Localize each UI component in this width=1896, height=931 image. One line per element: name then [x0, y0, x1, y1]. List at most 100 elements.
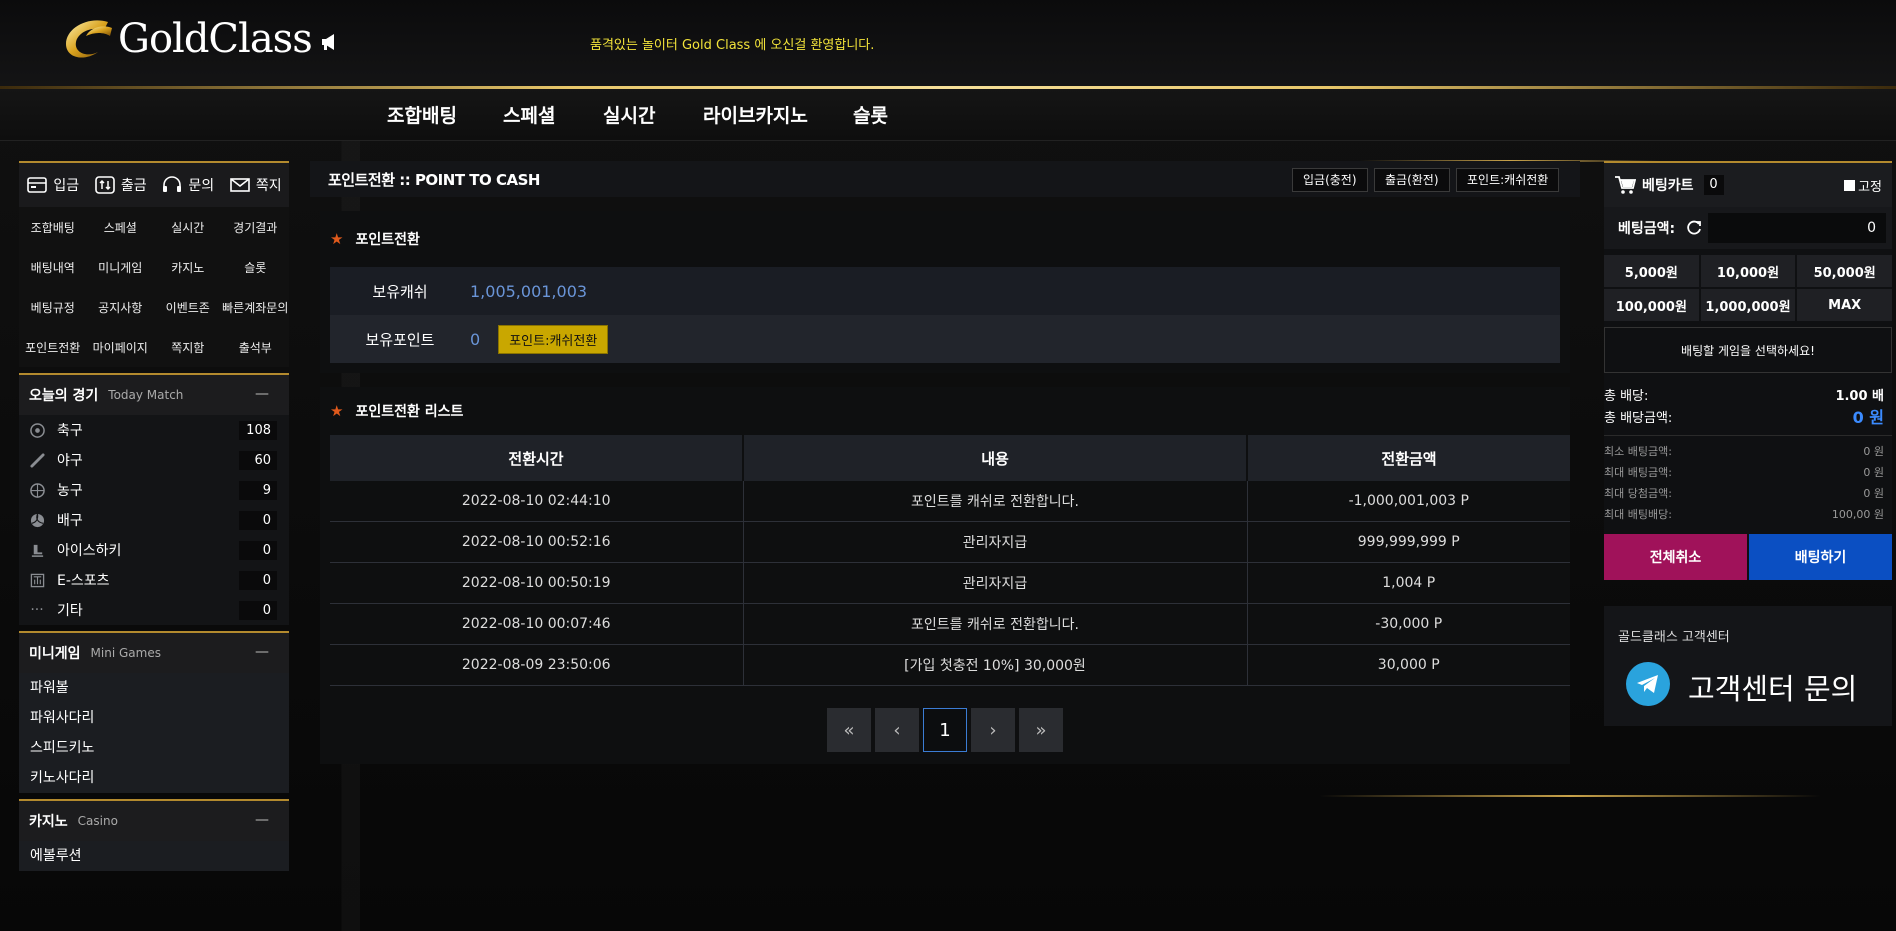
left-sidebar: 입금 출금 문의 쪽지 조합배팅 스페셜 실시간 경기결과 배팅내역 미니게임 …	[19, 161, 289, 871]
nav-special[interactable]: 스페셜	[503, 101, 555, 128]
nav-slot[interactable]: 슬롯	[853, 101, 888, 128]
casino-header[interactable]: 카지노 Casino —	[19, 799, 289, 841]
limit-label: 최대 배팅배당:	[1604, 507, 1672, 521]
cash-value: 1,005,001,003	[470, 281, 588, 301]
sidebar-item-attendance[interactable]: 출석부	[222, 327, 290, 367]
convert-to-cash-button[interactable]: 포인트:캐쉬전환	[498, 324, 609, 354]
sport-item-esports[interactable]: E-스포츠 0	[19, 565, 289, 595]
minigame-item-speedkeno[interactable]: 스피드키노	[19, 733, 289, 763]
history-heading: 포인트전환 리스트	[355, 404, 464, 420]
sidebar-item-casino[interactable]: 카지노	[154, 247, 222, 287]
quick-amount-50000[interactable]: 50,000원	[1797, 255, 1892, 287]
sport-item-icehockey[interactable]: 아이스하키 0	[19, 535, 289, 565]
point-convert-panel: ★ 포인트전환 보유캐쉬 1,005,001,003 보유포인트 0 포인트:캐…	[320, 211, 1570, 373]
sport-item-baseball[interactable]: 야구 60	[19, 445, 289, 475]
minigame-item-powerladder[interactable]: 파워사다리	[19, 703, 289, 733]
column-header: 전환금액	[1247, 435, 1570, 481]
page-last-button[interactable]: »	[1019, 708, 1063, 752]
sidebar-item-event[interactable]: 이벤트존	[154, 287, 222, 327]
cell-content: 포인트를 캐쉬로 전환합니다.	[743, 481, 1248, 522]
main-content: 포인트전환 :: POINT TO CASH 입금(충전) 출금(환전) 포인트…	[310, 161, 1580, 764]
page-next-button[interactable]: ›	[971, 708, 1015, 752]
nav-combo-betting[interactable]: 조합배팅	[387, 101, 457, 128]
sidebar-item-rules[interactable]: 베팅규정	[19, 287, 87, 327]
sidebar-item-minigame[interactable]: 미니게임	[87, 247, 155, 287]
sidebar-item-slot[interactable]: 슬롯	[222, 247, 290, 287]
deposit-link[interactable]: 입금	[26, 175, 79, 195]
collapse-icon[interactable]: —	[255, 644, 269, 660]
place-bet-button[interactable]: 배팅하기	[1749, 534, 1892, 580]
bet-amount-input[interactable]: 0	[1708, 213, 1886, 243]
inquiry-link[interactable]: 문의	[161, 175, 214, 195]
deposit-button[interactable]: 입금(충전)	[1292, 168, 1368, 192]
refresh-icon[interactable]	[1685, 219, 1703, 237]
page-title: 포인트전환 :: POINT TO CASH	[328, 170, 540, 189]
sidebar-item-notice[interactable]: 공지사항	[87, 287, 155, 327]
cell-amount: -1,000,001,003 P	[1247, 481, 1570, 522]
collapse-icon[interactable]: —	[255, 386, 269, 402]
customer-center-banner[interactable]: 골드클래스 고객센터 고객센터 문의	[1604, 606, 1892, 726]
customer-center-text: 고객센터 문의	[1688, 672, 1858, 706]
convert-history-table: 전환시간 내용 전환금액 2022-08-10 02:44:10 포인트를 캐쉬…	[330, 435, 1570, 686]
inquiry-label: 문의	[188, 178, 215, 194]
sidebar-item-point-convert[interactable]: 포인트전환	[19, 327, 87, 367]
quick-amount-5000[interactable]: 5,000원	[1604, 255, 1699, 287]
limit-value: 0 원	[1863, 486, 1884, 500]
quick-amount-100000[interactable]: 100,000원	[1604, 289, 1699, 321]
sidebar-item-mypage[interactable]: 마이페이지	[87, 327, 155, 367]
nav-live[interactable]: 실시간	[603, 101, 655, 128]
convert-heading: 포인트전환	[355, 232, 420, 248]
page-prev-button[interactable]: ‹	[875, 708, 919, 752]
withdraw-link[interactable]: 출금	[94, 175, 147, 195]
minigame-item-powerball[interactable]: 파워볼	[19, 673, 289, 703]
top-header: GoldClass 품격있는 놀이터 Gold Class 에 오신걸 환영합니…	[0, 0, 1896, 87]
sidebar-item-live[interactable]: 실시간	[154, 207, 222, 247]
sport-item-etc[interactable]: ··· 기타 0	[19, 595, 289, 625]
table-row: 2022-08-10 02:44:10 포인트를 캐쉬로 전환합니다. -1,0…	[330, 481, 1570, 522]
deposit-icon	[27, 177, 48, 193]
page-first-button[interactable]: «	[827, 708, 871, 752]
message-label: 쪽지	[255, 178, 282, 194]
sport-item-volleyball[interactable]: 배구 0	[19, 505, 289, 535]
total-amount-row: 총 배당금액: 0 원	[1604, 405, 1892, 427]
message-link[interactable]: 쪽지	[229, 175, 282, 195]
fix-checkbox[interactable]: 고정	[1844, 176, 1882, 195]
nav-live-casino[interactable]: 라이브카지노	[703, 101, 808, 128]
sidebar-item-bet-history[interactable]: 배팅내역	[19, 247, 87, 287]
minigame-list: 파워볼 파워사다리 스피드키노 키노사다리	[19, 673, 289, 793]
page-number-current[interactable]: 1	[923, 708, 967, 752]
logo-text: GoldClass	[118, 16, 313, 62]
minigames-subtitle: Mini Games	[90, 646, 161, 660]
limit-row: 최소 배팅금액: 0 원	[1604, 440, 1892, 461]
bet-amount-row: 베팅금액: 0	[1604, 207, 1892, 249]
minigame-item-kenoladder[interactable]: 키노사다리	[19, 763, 289, 793]
sidebar-item-account-inquiry[interactable]: 빠른계좌문의	[222, 287, 290, 327]
sidebar-item-special[interactable]: 스페셜	[87, 207, 155, 247]
quick-amount-1000000[interactable]: 1,000,000원	[1700, 289, 1796, 321]
sport-list: 축구 108 야구 60 농구 9 배구 0 아이스하키 0 E-스포츠 0 ·…	[19, 415, 289, 625]
casino-item-evolution[interactable]: 에볼루션	[19, 841, 289, 871]
divider	[1604, 435, 1892, 436]
sidebar-item-inbox[interactable]: 쪽지함	[154, 327, 222, 367]
quick-amount-10000[interactable]: 10,000원	[1700, 255, 1796, 287]
basketball-icon	[29, 482, 45, 498]
star-icon: ★	[330, 402, 344, 420]
sport-name: 기타	[57, 603, 83, 619]
sidebar-item-results[interactable]: 경기결과	[222, 207, 290, 247]
sport-item-basketball[interactable]: 농구 9	[19, 475, 289, 505]
point-convert-button[interactable]: 포인트:캐쉬전환	[1456, 168, 1560, 192]
withdraw-button[interactable]: 출금(환전)	[1374, 168, 1450, 192]
limit-label: 최대 배팅금액:	[1604, 465, 1672, 479]
site-logo[interactable]: GoldClass	[58, 14, 313, 64]
sidebar-item-combo[interactable]: 조합배팅	[19, 207, 87, 247]
main-nav: 조합배팅 스페셜 실시간 라이브카지노 슬롯	[0, 89, 1896, 141]
quick-amount-max[interactable]: MAX	[1797, 289, 1892, 321]
limit-row: 최대 당첨금액: 0 원	[1604, 482, 1892, 503]
sport-count: 9	[239, 481, 277, 500]
sport-item-soccer[interactable]: 축구 108	[19, 415, 289, 445]
collapse-icon[interactable]: —	[255, 812, 269, 828]
decor-streak	[1320, 795, 1820, 797]
minigames-header[interactable]: 미니게임 Mini Games —	[19, 631, 289, 673]
today-match-header[interactable]: 오늘의 경기 Today Match —	[19, 373, 289, 415]
cancel-all-button[interactable]: 전체취소	[1604, 534, 1747, 580]
